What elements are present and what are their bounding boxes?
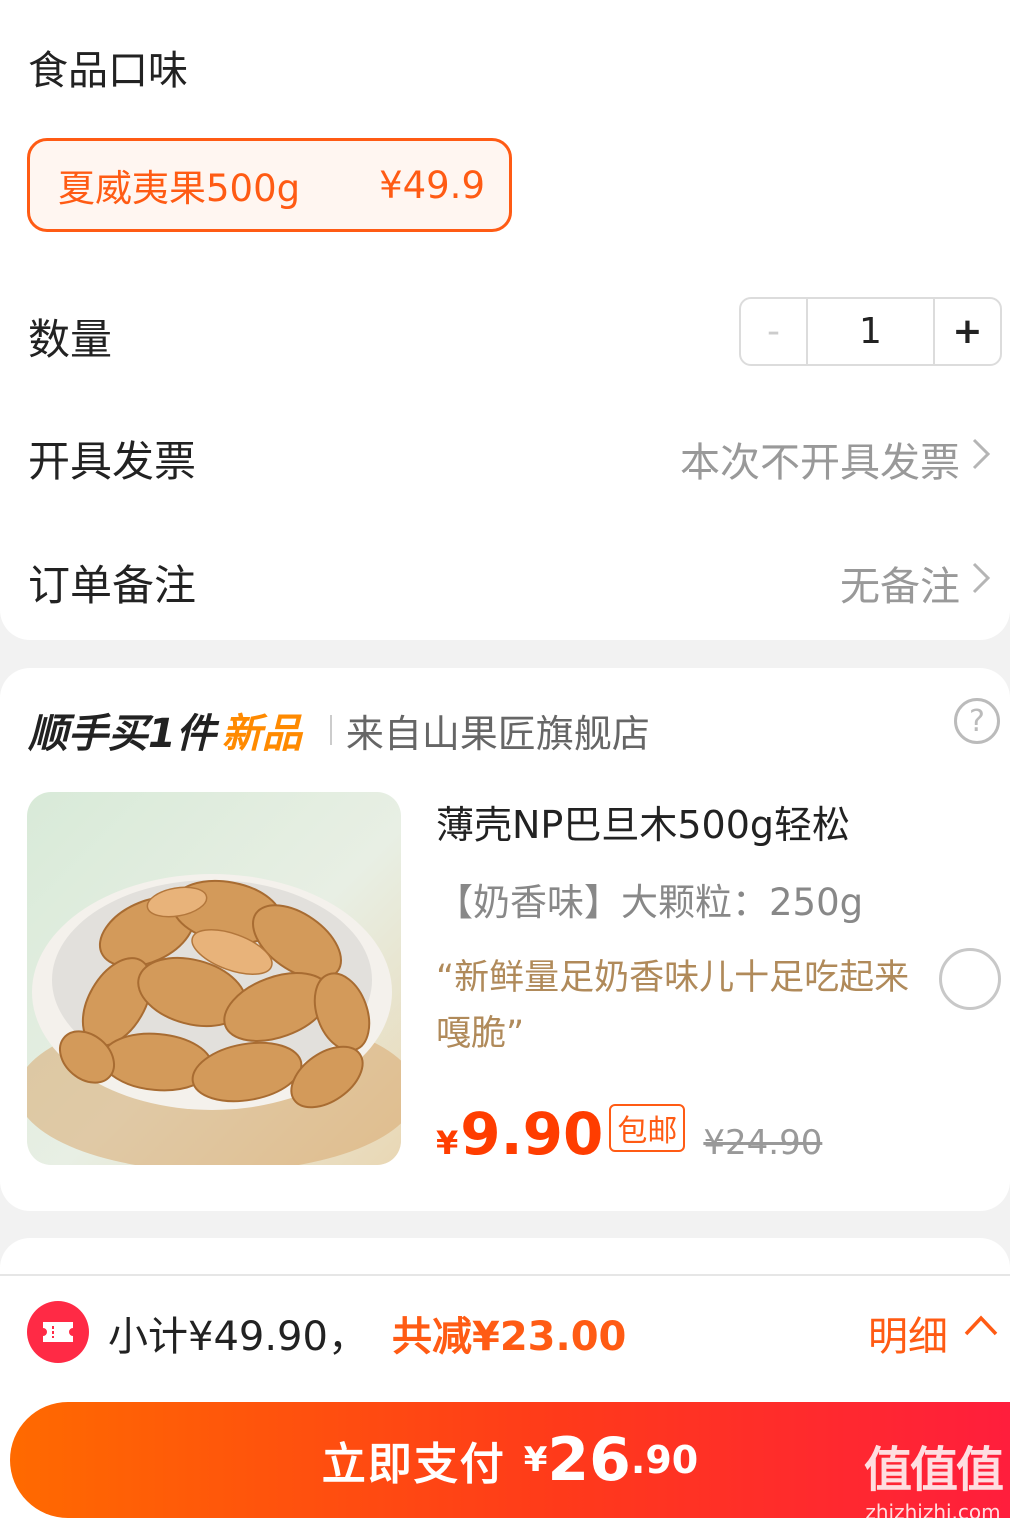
coupon-icon bbox=[27, 1301, 89, 1363]
product-spec[interactable]: 【奶香味】大颗粒：250g bbox=[436, 872, 863, 926]
product-price: 9.90 bbox=[460, 1100, 604, 1168]
invoice-value: 本次不开具发票 bbox=[680, 440, 960, 486]
almond-bowl-illustration bbox=[27, 874, 401, 1165]
flavor-section-title: 食品口味 bbox=[28, 48, 188, 94]
invoice-label: 开具发票 bbox=[28, 437, 197, 486]
quantity-value[interactable]: 1 bbox=[808, 299, 933, 364]
pay-amount-integer: 26 bbox=[547, 1425, 631, 1495]
pay-now-button[interactable]: 立即支付 ¥ 26 .90 bbox=[10, 1402, 1010, 1518]
watermark-url: zhizhizhi.com bbox=[865, 1500, 1001, 1521]
watermark-logo: 值值值 bbox=[863, 1442, 1004, 1498]
chevron-right-icon bbox=[972, 562, 991, 594]
quantity-plus-button[interactable]: + bbox=[933, 299, 1000, 364]
flavor-option-name: 夏威夷果500g bbox=[58, 167, 301, 210]
pay-amount-decimal: .90 bbox=[630, 1438, 699, 1482]
checkout-bar: 小计¥49.90， 共减¥23.00 明细 立即支付 ¥ 26 .90 bbox=[0, 1274, 1010, 1521]
product-price-row: ¥ 9.90 包邮 ¥24.90 bbox=[436, 1100, 822, 1168]
upsell-title: 顺手买1件 bbox=[28, 711, 216, 757]
product-review-quote: “新鲜量足奶香味儿十足吃起来嘎脆” bbox=[436, 958, 910, 1054]
discount-text: 共减¥23.00 bbox=[392, 1314, 627, 1360]
quantity-minus-button[interactable]: - bbox=[741, 299, 808, 364]
chevron-right-icon bbox=[972, 438, 991, 470]
product-name[interactable]: 薄壳NP巴旦木500g轻松 bbox=[436, 794, 850, 849]
remark-value: 无备注 bbox=[840, 564, 960, 610]
pay-button-label: 立即支付 bbox=[321, 1439, 506, 1490]
upsell-new-tag: 新品 bbox=[221, 711, 302, 757]
flavor-option-chip[interactable]: 夏威夷果500g ¥49.9 bbox=[27, 138, 512, 232]
upsell-header: 顺手买1件 新品 来自山果匠旗舰店 bbox=[28, 702, 650, 758]
price-currency: ¥ bbox=[436, 1124, 459, 1162]
order-options-card: 食品口味 夏威夷果500g ¥49.9 数量 - 1 + 开具发票 本次不开具发… bbox=[0, 0, 1010, 640]
quantity-label: 数量 bbox=[28, 315, 113, 364]
upsell-card: 顺手买1件 新品 来自山果匠旗舰店 ? 薄壳NP巴旦木500g轻松 【奶香味】大… bbox=[0, 668, 1010, 1211]
upsell-select-checkbox[interactable] bbox=[939, 948, 1001, 1010]
upsell-shop-name: 来自山果匠旗舰店 bbox=[345, 711, 650, 756]
pay-currency: ¥ bbox=[523, 1440, 548, 1480]
flavor-option-price: ¥49.9 bbox=[379, 163, 485, 207]
watermark: 值值值 zhizhizhi.com bbox=[863, 1430, 1004, 1521]
subtotal-text: 小计¥49.90， bbox=[108, 1314, 368, 1360]
product-image[interactable] bbox=[27, 792, 401, 1165]
chevron-up-icon[interactable] bbox=[962, 1310, 1000, 1340]
quantity-stepper: - 1 + bbox=[739, 297, 1002, 366]
original-price: ¥24.90 bbox=[703, 1123, 823, 1163]
divider bbox=[329, 715, 332, 745]
help-icon[interactable]: ? bbox=[954, 698, 1000, 744]
remark-label: 订单备注 bbox=[28, 561, 197, 610]
free-shipping-badge: 包邮 bbox=[609, 1104, 686, 1152]
detail-link[interactable]: 明细 bbox=[868, 1304, 948, 1362]
